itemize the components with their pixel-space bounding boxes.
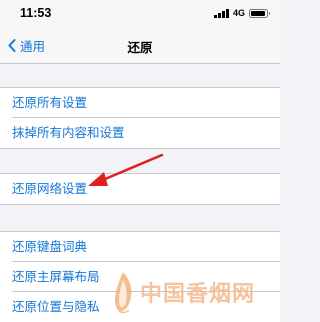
navigation-bar: 通用 还原	[0, 26, 280, 64]
page-title: 还原	[127, 41, 153, 55]
reset-group-1: 还原所有设置 抹掉所有内容和设置	[0, 87, 280, 149]
reset-group-2: 还原网络设置	[0, 173, 280, 205]
reset-network-settings-item[interactable]: 还原网络设置	[0, 174, 280, 204]
battery-icon	[249, 8, 270, 18]
reset-keyboard-dictionary-item[interactable]: 还原键盘词典	[0, 232, 280, 262]
battery-level	[251, 10, 265, 16]
status-time: 11:53	[20, 6, 52, 20]
reset-all-settings-item[interactable]: 还原所有设置	[0, 88, 280, 118]
watermark-text: 中国香烟网	[140, 280, 256, 307]
cellular-signal-icon	[214, 8, 229, 18]
network-type: 4G	[232, 8, 245, 18]
watermark: 中国香烟网	[110, 262, 280, 321]
status-indicators: 4G	[214, 7, 270, 19]
flame-leaf-logo-icon	[115, 271, 132, 313]
erase-all-content-item[interactable]: 抹掉所有内容和设置	[0, 118, 280, 148]
status-bar: 11:53 4G	[0, 0, 280, 26]
